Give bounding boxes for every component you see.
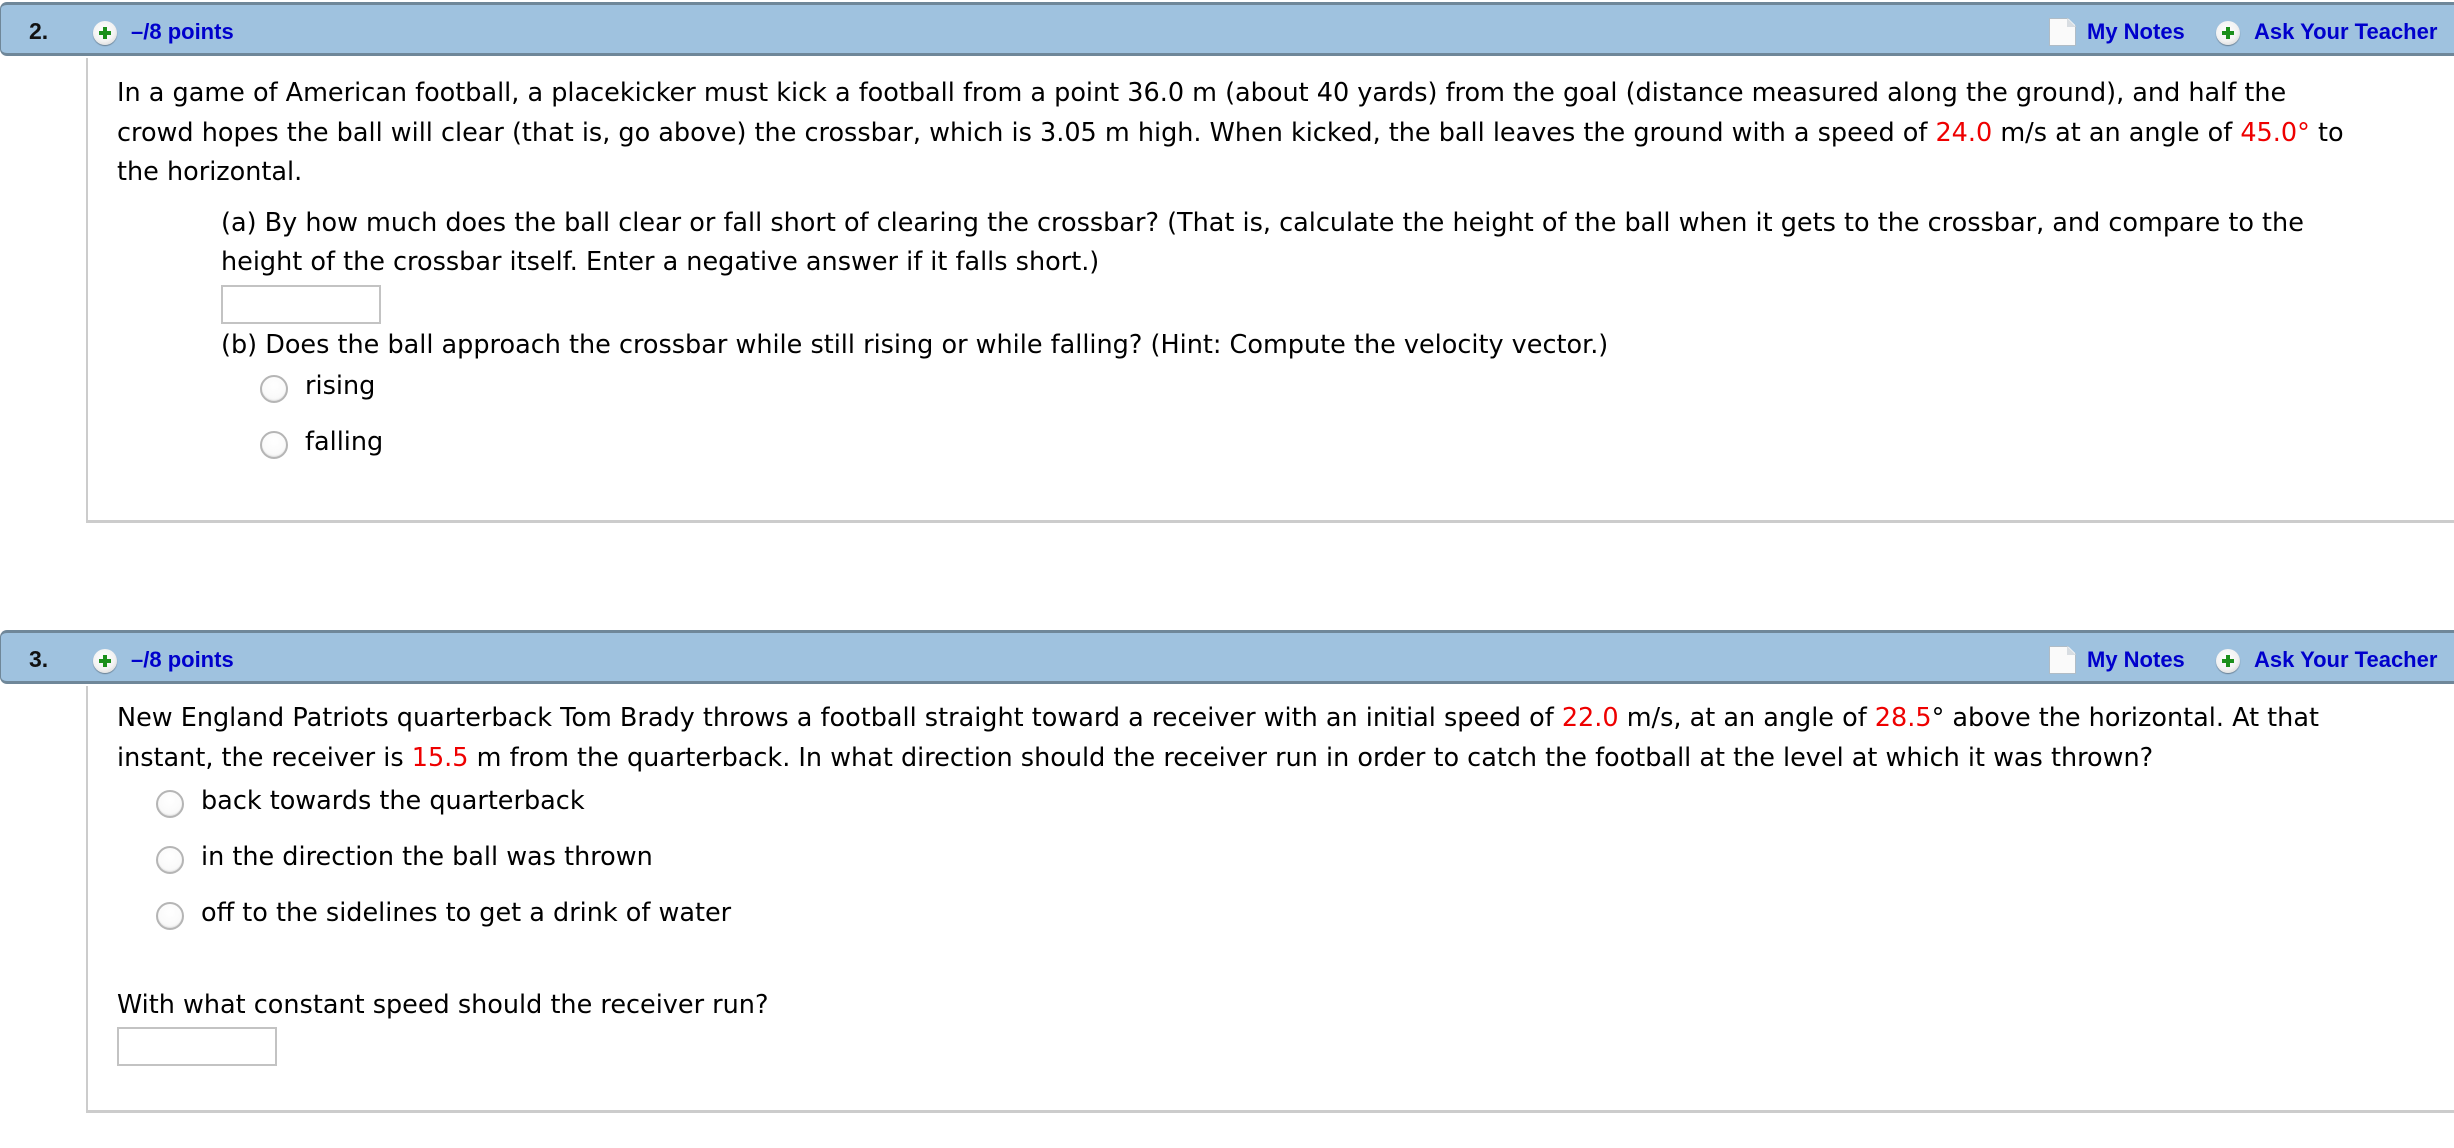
option-label-rising[interactable]: rising [305,371,375,401]
radio-rising[interactable] [260,375,288,403]
my-notes-link[interactable]: My Notes [2087,647,2185,673]
speed-value: 24.0 [1935,118,1993,148]
stem-text: crowd hopes the ball will clear (that is… [117,118,1936,148]
expand-plus-icon[interactable] [93,649,117,673]
question-stem-line: the horizontal. [117,157,302,187]
stem-text: In a game of American football, a placek… [117,78,2287,108]
option-label[interactable]: in the direction the ball was thrown [201,842,653,872]
question-stem-line: In a game of American football, a placek… [117,78,2286,108]
part-a-prompt-line: (a) By how much does the ball clear or f… [221,208,2304,238]
points-link[interactable]: –/8 points [131,19,234,45]
option-label-falling[interactable]: falling [305,427,383,457]
question-stem-line: New England Patriots quarterback Tom Bra… [117,703,2319,733]
question-stem-line: instant, the receiver is 15.5 m from the… [117,743,2153,773]
question-number: 3. [29,646,49,672]
stem-text: m/s, at an angle of [1618,703,1875,733]
radio-back-towards-quarterback[interactable] [156,790,184,818]
stem-text: ° above the horizontal. At that [1931,703,2319,733]
stem-text: instant, the receiver is [117,743,412,773]
option-label[interactable]: off to the sidelines to get a drink of w… [201,898,731,928]
stem-text: m/s at an angle of [1992,118,2241,148]
note-icon[interactable] [2049,18,2076,46]
speed-value: 22.0 [1561,703,1619,733]
my-notes-link[interactable]: My Notes [2087,19,2185,45]
distance-value: 15.5 [411,743,469,773]
ask-your-teacher-link[interactable]: Ask Your Teacher [2254,647,2437,673]
ask-teacher-plus-icon[interactable] [2216,649,2240,673]
stem-text: to [2309,118,2344,148]
part-a-answer-input[interactable] [221,285,381,324]
expand-plus-icon[interactable] [93,21,117,45]
stem-text: New England Patriots quarterback Tom Bra… [117,703,1562,733]
option-label[interactable]: back towards the quarterback [201,786,585,816]
stem-text: m from the quarterback. In what directio… [468,743,2154,773]
ask-teacher-plus-icon[interactable] [2216,21,2240,45]
ask-your-teacher-link[interactable]: Ask Your Teacher [2254,19,2437,45]
angle-value: 28.5 [1874,703,1932,733]
question-number: 2. [29,18,49,44]
followup-prompt: With what constant speed should the rece… [117,990,769,1020]
radio-falling[interactable] [260,431,288,459]
note-icon[interactable] [2049,646,2076,674]
part-b-prompt: (b) Does the ball approach the crossbar … [221,330,1609,360]
radio-direction-thrown[interactable] [156,846,184,874]
radio-sidelines[interactable] [156,902,184,930]
question-stem-line: crowd hopes the ball will clear (that is… [117,118,2344,148]
points-link[interactable]: –/8 points [131,647,234,673]
question-2-header: 2. –/8 points My Notes Ask Your Teacher [0,2,2454,56]
stem-text: the horizontal. [117,157,303,187]
question-3-header: 3. –/8 points My Notes Ask Your Teacher [0,630,2454,684]
angle-value: 45.0° [2240,118,2310,148]
part-a-prompt-line: height of the crossbar itself. Enter a n… [221,247,1100,277]
receiver-speed-input[interactable] [117,1027,277,1066]
